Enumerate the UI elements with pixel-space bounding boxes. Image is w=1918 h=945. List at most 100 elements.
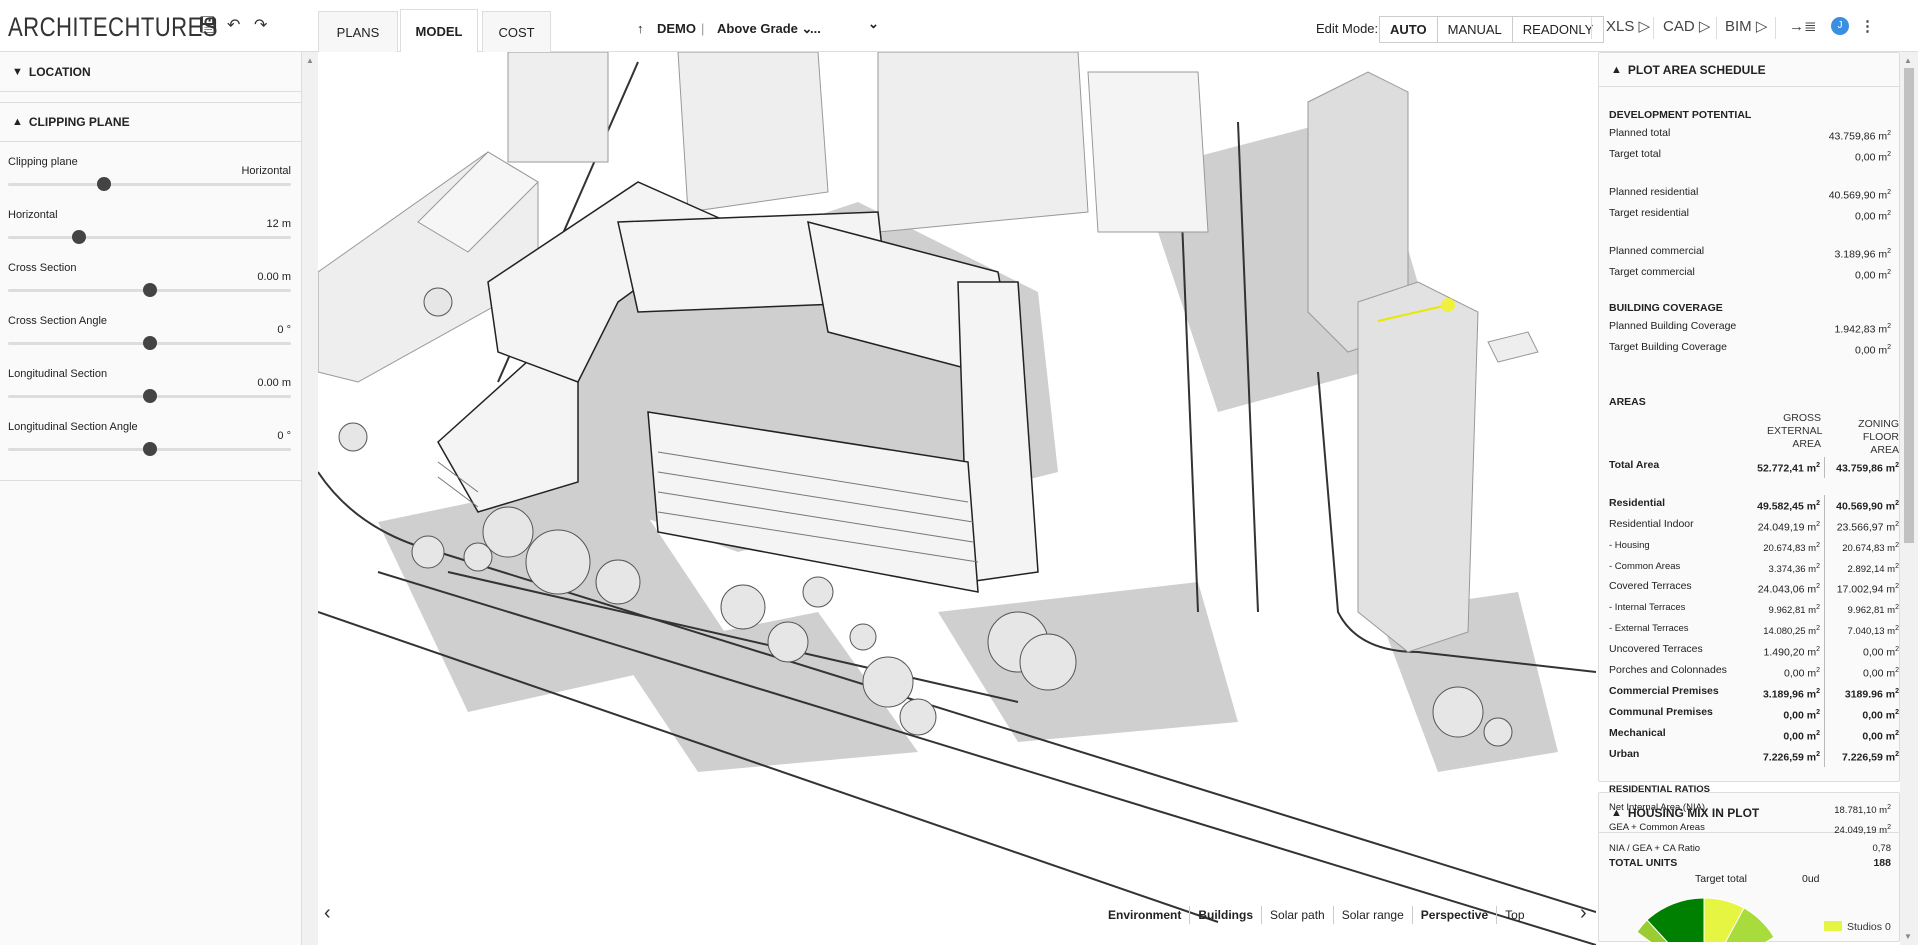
right-panel: ▲PLOT AREA SCHEDULE DEVELOPMENT POTENTIA…	[1598, 52, 1900, 945]
3d-model-viewport[interactable]: ‹ ›	[318, 52, 1596, 945]
edit-mode-auto[interactable]: AUTO	[1380, 17, 1438, 42]
slider-track[interactable]	[8, 183, 291, 186]
row-label: - External Terraces	[1609, 620, 1727, 641]
chevron-down-icon[interactable]: ⌄	[868, 16, 879, 32]
value-text: 0,00 m	[1784, 667, 1816, 679]
row-label: Target total	[1609, 146, 1661, 167]
row-value: 0,00 m2	[1855, 205, 1891, 226]
redo-icon[interactable]: ↷	[254, 15, 267, 35]
value-text: 20.674,83 m	[1842, 543, 1895, 554]
gea-value: 24.043,06 m2	[1727, 578, 1825, 599]
zfa-value: 23.566,97 m2	[1825, 516, 1899, 537]
value-text: 0,78	[1873, 843, 1892, 854]
value-text: 3189.96 m	[1845, 688, 1895, 700]
slider-value: 0 °	[277, 430, 291, 442]
row-label: Planned residential	[1609, 184, 1698, 205]
schedule-row: Planned residential40.569,90 m2	[1609, 184, 1899, 205]
legend-swatch-studios	[1824, 921, 1842, 931]
view-toggle-perspective[interactable]: Perspective	[1413, 906, 1497, 924]
value-text: 1.942,83 m	[1835, 324, 1888, 336]
3d-scene[interactable]	[318, 52, 1596, 945]
gea-value: 3.189,96 m2	[1727, 683, 1825, 704]
row-label: Planned Building Coverage	[1609, 318, 1736, 339]
left-scrollbar[interactable]: ▲	[302, 52, 318, 945]
slider-handle[interactable]	[143, 442, 157, 456]
export-cad-button[interactable]: CAD ▷	[1663, 17, 1710, 35]
more-levels[interactable]: ...	[810, 21, 821, 36]
gea-value: 14.080,25 m2	[1727, 620, 1825, 641]
level-select[interactable]: Above Grade ⌄	[717, 21, 812, 37]
tab-cost[interactable]: COST	[482, 11, 551, 52]
slider-value: 12 m	[267, 218, 291, 230]
value-text: 17.002,94 m	[1837, 584, 1895, 596]
area-row: - Internal Terraces9.962,81 m29.962,81 m…	[1609, 599, 1899, 620]
undo-icon[interactable]: ↶	[227, 15, 240, 35]
zfa-value: 43.759,86 m	[1836, 463, 1895, 475]
zfa-value: 3189.96 m2	[1825, 683, 1899, 704]
view-toggle-environment[interactable]: Environment	[1100, 906, 1190, 924]
row-label: Commercial Premises	[1609, 683, 1727, 704]
up-arrow-icon[interactable]: ↑	[637, 21, 644, 36]
right-scrollbar[interactable]: ▲▼	[1900, 52, 1918, 945]
value-text: 7.040,13 m	[1848, 626, 1896, 637]
chevron-down-icon: ▼	[12, 66, 23, 78]
slider-handle[interactable]	[72, 230, 86, 244]
slider-handle[interactable]	[143, 389, 157, 403]
view-toggle-buildings[interactable]: Buildings	[1190, 906, 1262, 924]
development-potential-title: DEVELOPMENT POTENTIAL	[1609, 109, 1899, 121]
user-avatar[interactable]: J	[1831, 17, 1849, 35]
slider-handle[interactable]	[97, 177, 111, 191]
divider	[1775, 17, 1776, 39]
clipping-section-header[interactable]: ▲CLIPPING PLANE	[0, 102, 301, 142]
export-xls-button[interactable]: XLS ▷	[1606, 17, 1650, 35]
slider-row: Clipping planeHorizontal	[8, 152, 291, 205]
total-units-value: 188	[1873, 855, 1891, 873]
value-text: 0,00 m	[1862, 709, 1895, 721]
row-value: 0,00 m2	[1855, 339, 1891, 360]
area-row: Covered Terraces24.043,06 m217.002,94 m2	[1609, 578, 1899, 599]
col-gross-external-area: GROSS EXTERNAL AREA	[1727, 412, 1825, 457]
area-row: - Common Areas3.374,36 m22.892,14 m2	[1609, 558, 1899, 579]
breadcrumb-separator: |	[701, 21, 704, 36]
view-toggle-solar-path[interactable]: Solar path	[1262, 906, 1334, 924]
value-text: 24.049,19 m	[1758, 522, 1816, 534]
row-label: Porches and Colonnades	[1609, 662, 1727, 683]
divider	[1591, 17, 1592, 39]
row-value: 43.759,86 m2	[1829, 125, 1891, 146]
zfa-value: 17.002,94 m2	[1825, 578, 1899, 599]
slider-track[interactable]	[8, 236, 291, 239]
value-text: 0,00 m	[1855, 152, 1887, 164]
scrollbar-thumb[interactable]	[1904, 68, 1914, 543]
edit-mode-manual[interactable]: MANUAL	[1438, 17, 1513, 42]
tab-model[interactable]: MODEL	[400, 9, 478, 52]
area-row: Communal Premises0,00 m20,00 m2	[1609, 704, 1899, 725]
value-text: 3.374,36 m	[1769, 564, 1817, 575]
next-arrow-icon[interactable]: ›	[1580, 902, 1587, 925]
slider-value: 0.00 m	[257, 377, 291, 389]
value-text: 18.781,10 m	[1834, 805, 1887, 816]
value-text: 20.674,83 m	[1763, 543, 1816, 554]
gea-value: 0,00 m2	[1727, 704, 1825, 725]
tab-plans[interactable]: PLANS	[318, 11, 398, 52]
more-menu-icon[interactable]: ⋮	[1860, 17, 1875, 35]
export-bim-button[interactable]: BIM ▷	[1725, 17, 1767, 35]
project-name[interactable]: DEMO	[657, 21, 696, 36]
zfa-value: 9.962,81 m2	[1825, 599, 1899, 620]
row-label: - Housing	[1609, 537, 1727, 558]
slider-handle[interactable]	[143, 283, 157, 297]
previous-arrow-icon[interactable]: ‹	[324, 902, 331, 925]
area-row: Uncovered Terraces1.490,20 m20,00 m2	[1609, 641, 1899, 662]
view-toggle-solar-range[interactable]: Solar range	[1334, 906, 1413, 924]
view-toggle-top[interactable]: Top	[1497, 906, 1532, 924]
value-text: 7.226,59 m	[1842, 751, 1895, 763]
collapse-panel-icon[interactable]: →≣	[1789, 17, 1817, 35]
save-icon[interactable]: 💾︎	[198, 15, 218, 35]
slider-handle[interactable]	[143, 336, 157, 350]
location-section-header[interactable]: ▼LOCATION	[0, 52, 301, 92]
plot-area-schedule-header[interactable]: ▲PLOT AREA SCHEDULE	[1599, 53, 1899, 87]
slider-value: 0 °	[277, 324, 291, 336]
value-text: 43.759,86 m	[1829, 131, 1887, 143]
zfa-value: 2.892,14 m2	[1825, 558, 1899, 579]
value-text: 0,00 m	[1863, 667, 1895, 679]
edit-mode-readonly[interactable]: READONLY	[1513, 17, 1604, 42]
